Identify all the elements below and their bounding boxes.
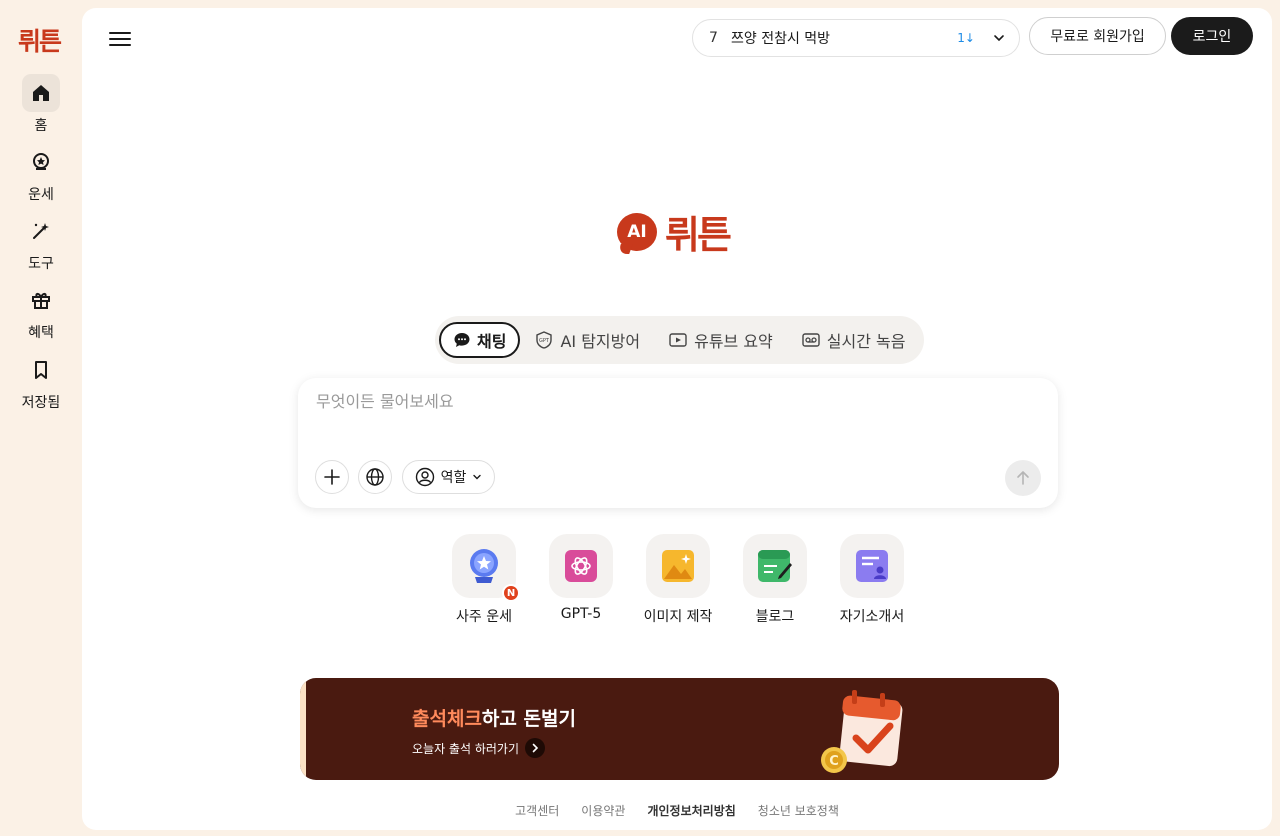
attendance-banner[interactable]: 출석체크하고 돈벌기 오늘자 출석 하러가기 C: [300, 678, 1059, 780]
tab-youtube-label: 유튜브 요약: [694, 332, 773, 351]
tab-ai-detect-label: AI 탐지방어: [560, 332, 641, 351]
home-icon: [22, 74, 60, 112]
gpt-logo-icon: [549, 534, 613, 598]
gpt-shield-icon: GPT: [536, 331, 553, 349]
rail-item-tools[interactable]: 도구: [0, 212, 82, 273]
mode-tabs: 채팅 GPT AI 탐지방어 유튜브 요약 실시간 녹음: [435, 316, 924, 364]
trending-keyword: 쯔양 전참시 먹방: [731, 31, 831, 47]
tool-label: 사주 운세: [456, 609, 512, 625]
brand-logo: AI 뤼튼: [617, 204, 732, 259]
rail-label-saved: 저장됨: [21, 395, 61, 411]
plus-icon: [324, 469, 340, 485]
web-search-button[interactable]: [358, 460, 392, 494]
banner-title: 출석체크하고 돈벌기: [412, 704, 576, 731]
play-icon: [669, 333, 687, 347]
main-panel: 7 쯔양 전참시 먹방 1↓ 무료로 회원가입 로그인 AI 뤼튼 채팅 GPT…: [82, 8, 1272, 830]
chevron-down-icon[interactable]: [993, 32, 1005, 44]
image-icon: [646, 534, 710, 598]
rail-label-fortune: 운세: [28, 187, 54, 203]
chevron-down-icon: [473, 474, 482, 480]
tab-youtube-summary[interactable]: 유튜브 요약: [654, 322, 787, 358]
banner-title-highlight: 출석체크: [412, 708, 482, 730]
banner-subtitle: 오늘자 출석 하러가기: [412, 741, 519, 756]
trending-rank: 7: [709, 30, 718, 46]
tab-chat-label: 채팅: [477, 332, 507, 351]
brand-name: 뤼튼: [665, 213, 732, 257]
svg-text:GPT: GPT: [539, 338, 550, 344]
tool-blog[interactable]: 블로그: [727, 534, 823, 626]
arrow-up-icon: [1017, 471, 1029, 485]
hamburger-menu-icon[interactable]: [108, 28, 132, 50]
ai-badge-icon: AI: [617, 212, 657, 251]
rail-item-benefits[interactable]: 혜택: [0, 281, 82, 342]
footer-links: 고객센터 이용약관 개인정보처리방침 청소년 보호정책: [82, 802, 1272, 819]
tool-label: 블로그: [755, 609, 795, 625]
role-select[interactable]: 역할: [402, 460, 495, 494]
new-badge: N: [502, 584, 520, 602]
crystal-ball-icon: N: [452, 534, 520, 602]
recorder-icon: [802, 333, 820, 347]
footer-link-privacy[interactable]: 개인정보처리방침: [647, 802, 735, 819]
blog-icon: [743, 534, 807, 598]
svg-text:C: C: [829, 754, 839, 769]
tab-ai-detect-defense[interactable]: GPT AI 탐지방어: [520, 322, 654, 358]
bookmark-icon: [22, 351, 60, 389]
globe-icon: [366, 468, 384, 486]
banner-link[interactable]: 오늘자 출석 하러가기: [412, 738, 545, 758]
trending-delta: 1↓: [957, 31, 975, 45]
footer-link-terms[interactable]: 이용약관: [581, 802, 625, 819]
signup-button[interactable]: 무료로 회원가입: [1029, 17, 1166, 55]
rail-item-fortune[interactable]: 운세: [0, 143, 82, 204]
tool-gpt5[interactable]: GPT-5: [533, 534, 629, 622]
trending-search-ticker[interactable]: 7 쯔양 전참시 먹방 1↓: [692, 19, 1020, 57]
tool-saju-fortune[interactable]: N 사주 운세: [436, 534, 532, 626]
send-button[interactable]: [1005, 460, 1041, 496]
footer-link-support[interactable]: 고객센터: [515, 802, 559, 819]
role-select-label: 역할: [440, 470, 467, 486]
left-rail: 뤼튼 홈 운세 도구 혜택 저장됨: [0, 0, 82, 836]
chat-icon: [454, 333, 470, 347]
banner-title-rest: 하고 돈벌기: [481, 708, 576, 730]
rail-label-benefits: 혜택: [28, 325, 54, 341]
user-circle-icon: [415, 467, 434, 487]
add-attachment-button[interactable]: [315, 460, 349, 494]
tab-live-recording[interactable]: 실시간 녹음: [787, 322, 920, 358]
footer-link-youth-policy[interactable]: 청소년 보호정책: [758, 802, 839, 819]
login-button[interactable]: 로그인: [1171, 17, 1253, 55]
tab-chat[interactable]: 채팅: [439, 322, 521, 358]
rail-item-saved[interactable]: 저장됨: [0, 351, 82, 412]
chevron-right-icon: [525, 738, 545, 758]
prompt-input[interactable]: [316, 392, 1036, 411]
rail-label-tools: 도구: [28, 256, 54, 272]
tool-label: 이미지 제작: [643, 609, 713, 625]
magic-wand-icon: [22, 212, 60, 250]
tab-live-recording-label: 실시간 녹음: [826, 332, 906, 351]
fortune-icon: [22, 143, 60, 181]
chat-composer: 역할: [298, 378, 1058, 508]
rail-label-home: 홈: [34, 118, 48, 134]
tool-label: GPT-5: [560, 606, 602, 622]
gift-icon: [22, 281, 60, 319]
resume-icon: [840, 534, 904, 598]
tool-label: 자기소개서: [839, 609, 905, 625]
calendar-check-icon: C: [821, 690, 903, 773]
tool-cover-letter[interactable]: 자기소개서: [824, 534, 920, 626]
rail-item-home[interactable]: 홈: [0, 74, 82, 135]
tool-image-generation[interactable]: 이미지 제작: [630, 534, 726, 626]
rail-logo[interactable]: 뤼튼: [18, 22, 62, 58]
